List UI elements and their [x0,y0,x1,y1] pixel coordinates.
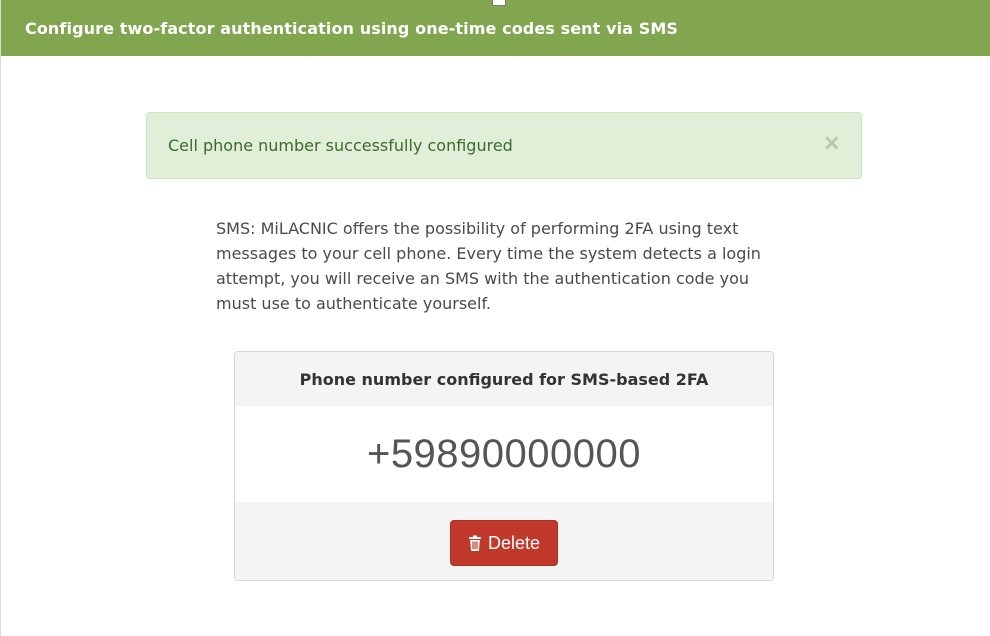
success-alert: Cell phone number successfully configure… [146,112,862,179]
delete-button[interactable]: Delete [449,520,559,566]
trash-icon [468,535,482,551]
sms-description: SMS: MiLACNIC offers the possibility of … [216,219,761,313]
card-body: +59890000000 [235,406,773,502]
close-icon[interactable]: × [823,132,841,156]
phone-number-card: Phone number configured for SMS-based 2F… [234,351,774,581]
sms-2fa-page: Configure two-factor authentication usin… [0,0,990,636]
phone-number: +59890000000 [366,431,642,476]
card-heading: Phone number configured for SMS-based 2F… [235,352,773,406]
alert-message: Cell phone number successfully configure… [168,136,513,155]
delete-button-label: Delete [487,532,541,553]
card-footer: Delete [235,502,773,580]
window-handle [492,0,506,6]
page-header: Configure two-factor authentication usin… [1,0,990,56]
page-title: Configure two-factor authentication usin… [25,18,679,38]
